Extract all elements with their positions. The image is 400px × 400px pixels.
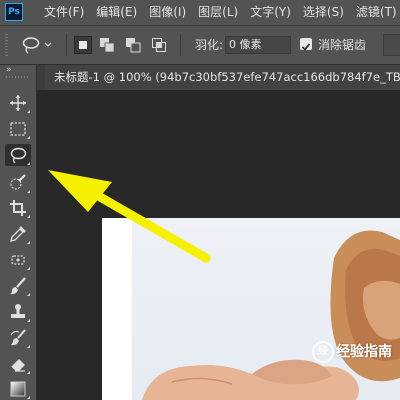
watermark-text: 经验指南 — [336, 344, 392, 360]
watermark: 经 经验指南 — [312, 339, 400, 365]
watermark-logo: 经 — [312, 341, 334, 363]
